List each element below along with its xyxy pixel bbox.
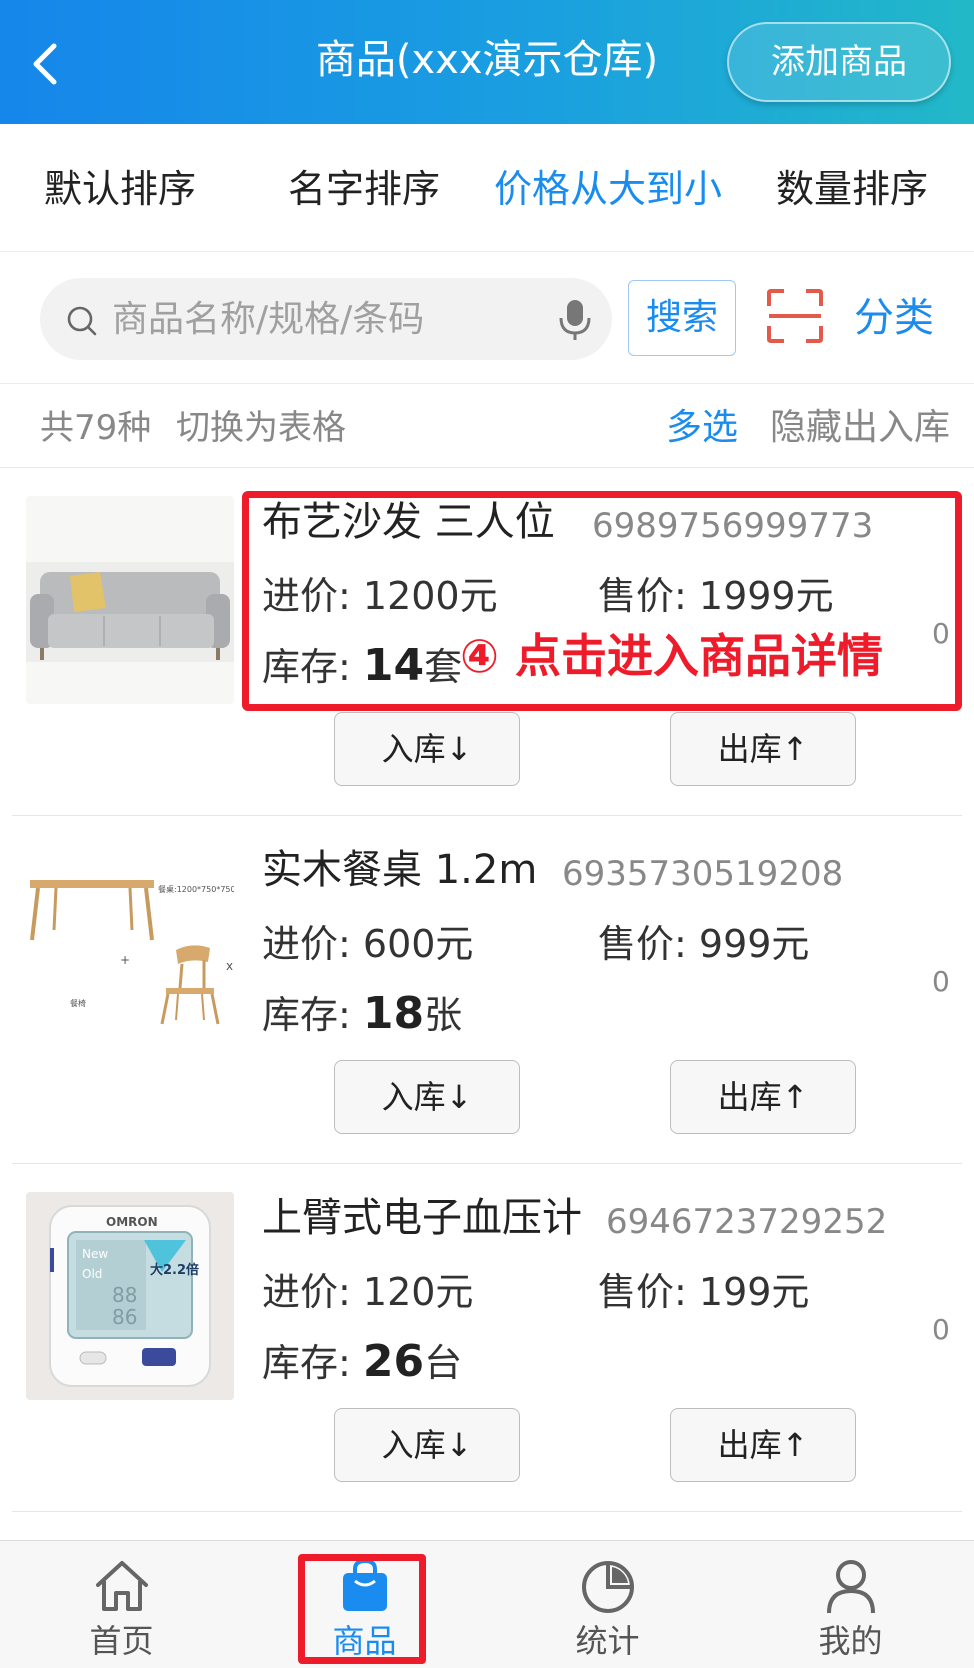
search-box (40, 278, 612, 360)
scan-icon[interactable] (766, 288, 824, 344)
product-count: 共79种 (40, 408, 152, 448)
tab-statistics[interactable]: 统计 (486, 1541, 729, 1668)
table-chair-image: 餐桌:1200*750*750mm + x 餐椅 (26, 844, 234, 1052)
stock-out-button[interactable]: 出库↑ (670, 712, 856, 786)
sort-bar: 默认排序 名字排序 价格从大到小 数量排序 (0, 124, 974, 252)
cost-price: 进价: 120元 (262, 1268, 473, 1316)
svg-text:Old: Old (82, 1267, 102, 1281)
tab-mine[interactable]: 我的 (729, 1541, 972, 1668)
product-name[interactable]: 实木餐桌 1.2m (262, 844, 537, 896)
chair-label-text: 餐椅 (70, 998, 86, 1008)
tab-label: 商品 (332, 1622, 397, 1660)
tab-label: 首页 (89, 1622, 154, 1660)
product-name[interactable]: 上臂式电子血压计 (262, 1192, 582, 1244)
product-barcode: 6946723729252 (606, 1202, 888, 1242)
tab-label: 统计 (575, 1622, 640, 1660)
price-value: 999元 (698, 922, 810, 966)
bottom-tab-bar: 首页 商品 统计 我的 (0, 1540, 974, 1668)
product-barcode: 6935730519208 (562, 854, 844, 894)
cost-price: 进价: 600元 (262, 920, 473, 968)
side-count: 0 (932, 1313, 950, 1346)
home-icon (95, 1561, 148, 1611)
product-image-table[interactable]: 餐桌:1200*750*750mm + x 餐椅 (26, 844, 234, 1052)
sort-default[interactable]: 默认排序 (44, 164, 196, 214)
sale-price: 售价: 999元 (598, 920, 809, 968)
svg-text:New: New (82, 1247, 108, 1261)
stock-info: 库存: 18张 (262, 986, 462, 1043)
tab-home[interactable]: 首页 (0, 1541, 243, 1668)
stock-label: 库存: (262, 993, 351, 1037)
tab-products[interactable]: 商品 (243, 1541, 486, 1668)
blood-pressure-monitor-image: OMRON New Old 88 86 大2.2倍 (26, 1192, 234, 1400)
product-image-sofa[interactable] (26, 496, 234, 704)
svg-text:88: 88 (112, 1283, 137, 1307)
user-icon (826, 1560, 875, 1614)
sort-by-quantity[interactable]: 数量排序 (776, 164, 928, 214)
stock-out-button[interactable]: 出库↑ (670, 1408, 856, 1482)
cost-value: 120元 (362, 1270, 474, 1314)
brand-text: OMRON (106, 1215, 158, 1229)
search-icon (67, 306, 97, 336)
stock-unit: 台 (424, 1341, 463, 1385)
stock-quantity: 18 (362, 988, 425, 1039)
stock-label: 库存: (262, 1341, 351, 1385)
stock-in-button[interactable]: 入库↓ (334, 1060, 520, 1134)
cost-value: 600元 (362, 922, 474, 966)
back-arrow-icon (33, 43, 57, 85)
product-image-blood-pressure[interactable]: OMRON New Old 88 86 大2.2倍 (26, 1192, 234, 1400)
hide-in-out-button[interactable]: 隐藏出入库 (770, 404, 950, 452)
header-bar: 商品(xxx演示仓库) 添加商品 (0, 0, 974, 124)
add-product-button[interactable]: 添加商品 (727, 22, 951, 102)
back-button[interactable] (22, 30, 82, 94)
app-screen: 商品(xxx演示仓库) 添加商品 默认排序 名字排序 价格从大到小 数量排序 搜… (0, 0, 974, 1668)
svg-text:x: x (226, 959, 233, 973)
stock-out-button[interactable]: 出库↑ (670, 1060, 856, 1134)
pie-chart-icon (581, 1561, 634, 1613)
svg-text:+: + (120, 953, 130, 967)
category-button[interactable]: 分类 (854, 290, 934, 346)
search-button[interactable]: 搜索 (628, 280, 736, 356)
shopping-bag-icon (342, 1558, 387, 1611)
sofa-image (26, 496, 234, 704)
stock-in-button[interactable]: 入库↓ (334, 712, 520, 786)
annotation-text: ④ 点击进入商品详情 (460, 629, 883, 683)
cost-label: 进价: (262, 1270, 351, 1314)
sort-by-price-desc[interactable]: 价格从大到小 (494, 164, 722, 214)
price-value: 199元 (698, 1270, 810, 1314)
search-row: 搜索 分类 (0, 252, 974, 384)
multi-select-button[interactable]: 多选 (666, 404, 738, 452)
stock-info: 库存: 26台 (262, 1334, 462, 1391)
zoom-badge-text: 大2.2倍 (150, 1262, 199, 1278)
tab-label: 我的 (818, 1622, 883, 1660)
microphone-icon[interactable] (552, 296, 598, 342)
stock-in-button[interactable]: 入库↓ (334, 1408, 520, 1482)
search-input[interactable] (112, 278, 542, 360)
price-label: 售价: (598, 922, 687, 966)
price-label: 售价: (598, 1270, 687, 1314)
stock-quantity: 26 (362, 1336, 425, 1387)
side-count: 0 (932, 965, 950, 998)
svg-text:86: 86 (112, 1305, 137, 1329)
sort-by-name[interactable]: 名字排序 (288, 164, 440, 214)
switch-to-table-link[interactable]: 切换为表格 (176, 404, 346, 452)
stock-unit: 张 (424, 993, 463, 1037)
cost-label: 进价: (262, 922, 351, 966)
product-item[interactable]: 餐桌:1200*750*750mm + x 餐椅 实木餐桌 1.2m 69357… (12, 816, 962, 1164)
list-info-row: 共79种 切换为表格 多选 隐藏出入库 (0, 384, 974, 468)
sale-price: 售价: 199元 (598, 1268, 809, 1316)
table-dimension-text: 餐桌:1200*750*750mm (158, 884, 234, 894)
product-item[interactable]: OMRON New Old 88 86 大2.2倍 上臂式电子血压计 69467… (12, 1164, 962, 1512)
